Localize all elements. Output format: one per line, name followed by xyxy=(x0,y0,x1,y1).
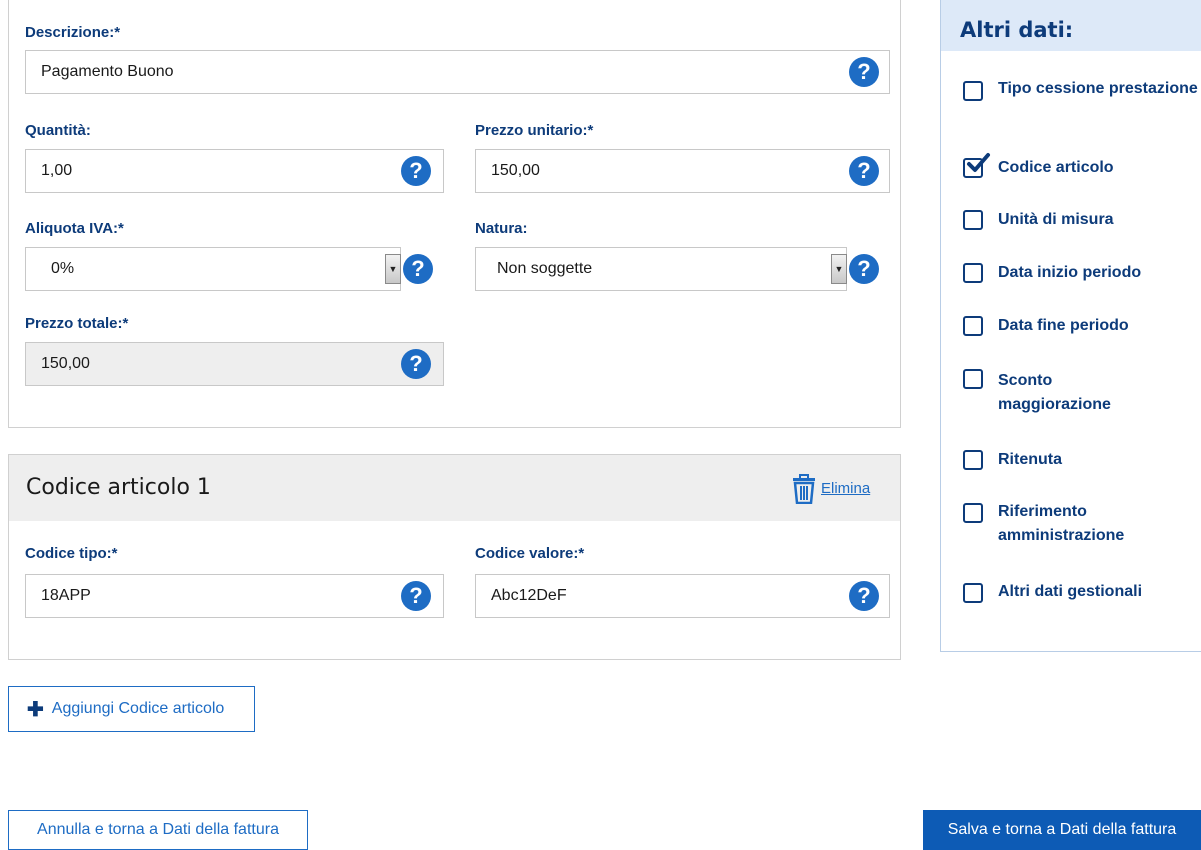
quantita-label: Quantità: xyxy=(25,122,91,139)
prezzo-unitario-label: Prezzo unitario:* xyxy=(475,122,594,139)
altri-dati-title: Altri dati: xyxy=(960,18,1074,42)
prezzo-totale-input: 150,00 xyxy=(25,342,444,386)
ritenuta-checkbox[interactable] xyxy=(963,450,983,470)
codice-valore-label: Codice valore:* xyxy=(475,545,585,562)
checkmark-icon xyxy=(967,153,990,172)
codice-tipo-input[interactable]: 18APP xyxy=(25,574,444,618)
plus-icon: ✚ xyxy=(27,698,44,721)
codice-articolo-label: Codice articolo xyxy=(998,159,1114,176)
riferimento-amministrazione-checkbox[interactable] xyxy=(963,503,983,523)
natura-dropdown-arrow-icon[interactable]: ▼ xyxy=(831,254,847,284)
sconto-maggiorazione-label: Sconto maggiorazione xyxy=(998,372,1111,413)
altri-dati-panel: Altri dati: Tipo cessione prestazione Co… xyxy=(940,0,1201,652)
unita-misura-checkbox[interactable] xyxy=(963,210,983,230)
descrizione-value: Pagamento Buono xyxy=(41,63,174,80)
altri-dati-gestionali-label: Altri dati gestionali xyxy=(998,583,1143,600)
trash-icon[interactable] xyxy=(791,474,817,504)
codice-articolo-panel: Codice articolo 1 Elimina Codice tipo:* … xyxy=(8,454,901,660)
prezzo-unitario-value: 150,00 xyxy=(491,162,540,179)
elimina-link[interactable]: Elimina xyxy=(821,480,870,497)
codice-valore-input[interactable]: Abc12DeF xyxy=(475,574,890,618)
tipo-cessione-checkbox[interactable] xyxy=(963,81,983,101)
prezzo-totale-help-icon[interactable]: ? xyxy=(401,349,431,379)
salva-label: Salva e torna a Dati della fattura xyxy=(947,821,1177,838)
line-item-panel: Descrizione:* Pagamento Buono ? Quantità… xyxy=(8,0,901,428)
descrizione-label: Descrizione:* xyxy=(25,24,121,41)
annulla-label: Annulla e torna a Dati della fattura xyxy=(37,821,279,838)
quantita-value: 1,00 xyxy=(41,162,73,179)
tipo-cessione-label: Tipo cessione prestazione xyxy=(998,80,1198,97)
data-inizio-periodo-checkbox[interactable] xyxy=(963,263,983,283)
altri-dati-header: Altri dati: xyxy=(941,0,1201,51)
aliquota-iva-value: 0% xyxy=(51,260,75,277)
data-inizio-periodo-label: Data inizio periodo xyxy=(998,264,1142,281)
altri-dati-gestionali-checkbox[interactable] xyxy=(963,583,983,603)
add-codice-articolo-label: Aggiungi Codice articolo xyxy=(51,700,225,717)
natura-value: Non soggette xyxy=(497,260,593,277)
natura-label: Natura: xyxy=(475,220,528,237)
prezzo-unitario-help-icon[interactable]: ? xyxy=(849,156,879,186)
natura-help-icon[interactable]: ? xyxy=(849,254,879,284)
codice-tipo-label: Codice tipo:* xyxy=(25,545,118,562)
add-codice-articolo-button[interactable]: ✚ Aggiungi Codice articolo xyxy=(8,686,255,732)
data-fine-periodo-label: Data fine periodo xyxy=(998,317,1129,334)
quantita-help-icon[interactable]: ? xyxy=(401,156,431,186)
salva-button[interactable]: Salva e torna a Dati della fattura xyxy=(923,810,1201,850)
codice-articolo-header: Codice articolo 1 Elimina xyxy=(9,455,900,521)
unita-misura-label: Unità di misura xyxy=(998,211,1114,228)
codice-tipo-value: 18APP xyxy=(41,587,91,604)
sconto-maggiorazione-checkbox[interactable] xyxy=(963,369,983,389)
aliquota-iva-dropdown-arrow-icon[interactable]: ▼ xyxy=(385,254,401,284)
annulla-button[interactable]: Annulla e torna a Dati della fattura xyxy=(8,810,308,850)
prezzo-totale-label: Prezzo totale:* xyxy=(25,315,129,332)
codice-tipo-help-icon[interactable]: ? xyxy=(401,581,431,611)
riferimento-amministrazione-label: Riferimento amministrazione xyxy=(998,503,1125,544)
aliquota-iva-label: Aliquota IVA:* xyxy=(25,220,124,237)
codice-articolo-title: Codice articolo 1 xyxy=(26,475,211,500)
prezzo-totale-value: 150,00 xyxy=(41,355,90,372)
aliquota-iva-help-icon[interactable]: ? xyxy=(403,254,433,284)
codice-valore-help-icon[interactable]: ? xyxy=(849,581,879,611)
aliquota-iva-select[interactable]: 0% xyxy=(25,247,401,291)
ritenuta-label: Ritenuta xyxy=(998,451,1062,468)
descrizione-input[interactable]: Pagamento Buono xyxy=(25,50,890,94)
quantita-input[interactable]: 1,00 xyxy=(25,149,444,193)
prezzo-unitario-input[interactable]: 150,00 xyxy=(475,149,890,193)
descrizione-help-icon[interactable]: ? xyxy=(849,57,879,87)
data-fine-periodo-checkbox[interactable] xyxy=(963,316,983,336)
natura-select[interactable]: Non soggette xyxy=(475,247,847,291)
codice-valore-value: Abc12DeF xyxy=(491,587,567,604)
